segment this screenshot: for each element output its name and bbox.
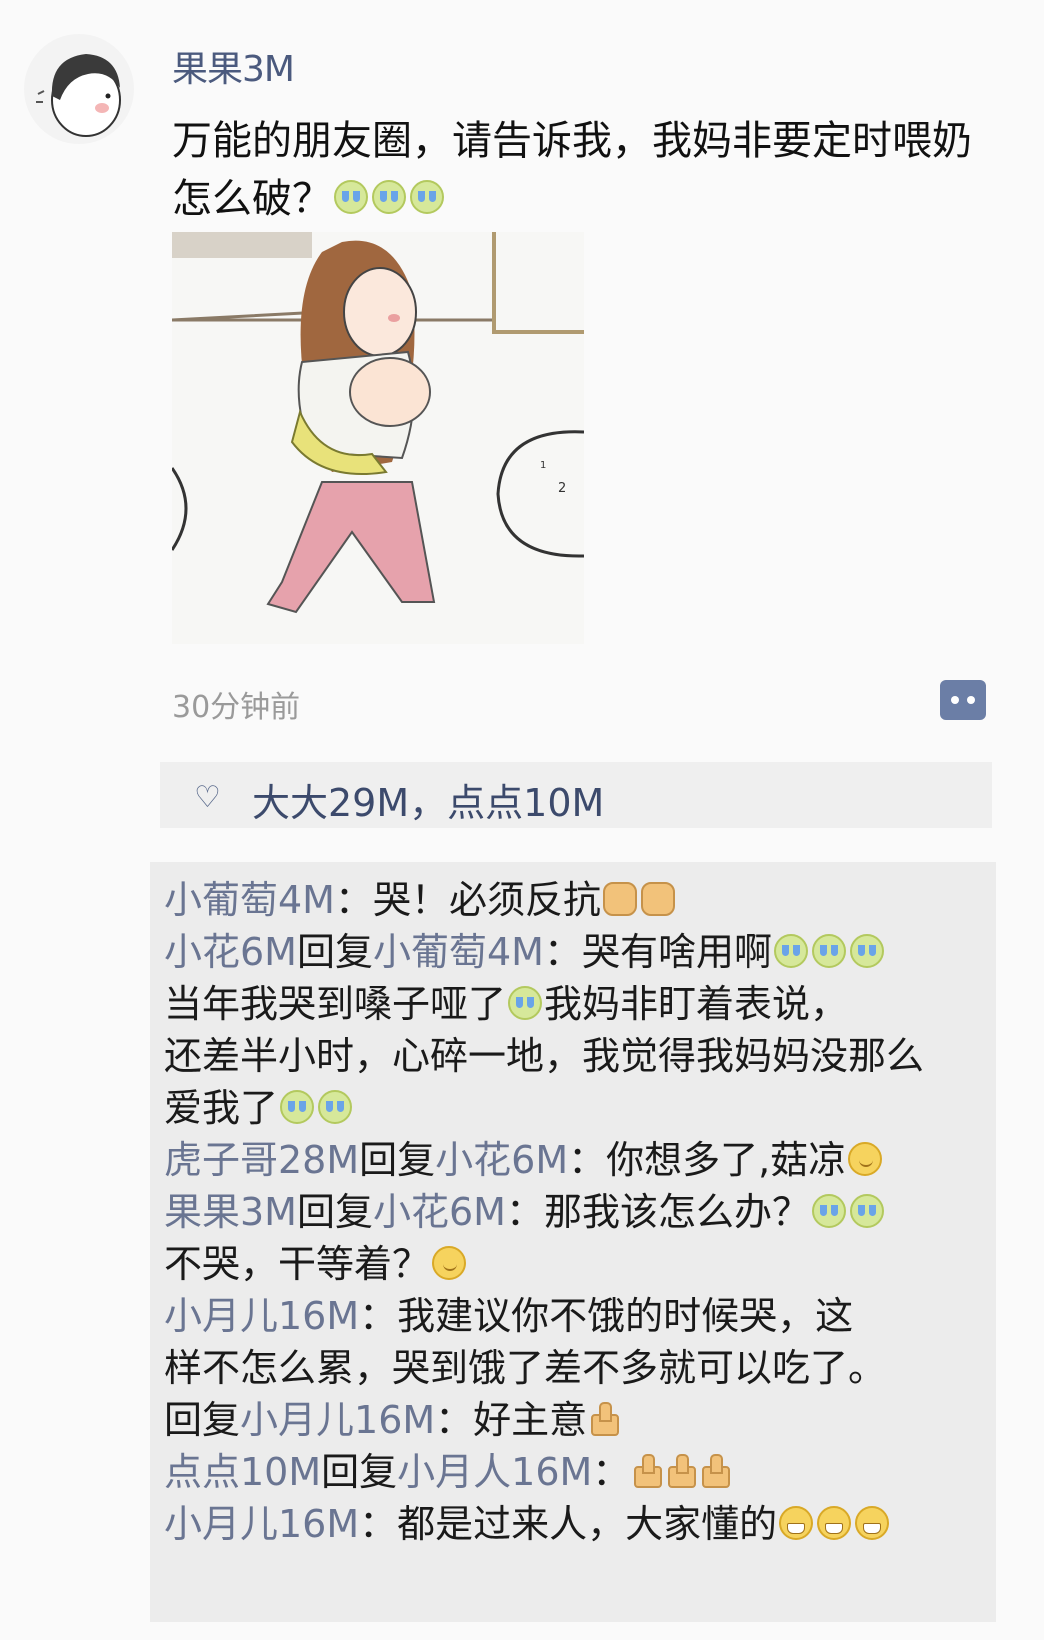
post-image[interactable]: 1 2 — [170, 232, 585, 644]
author-avatar[interactable] — [24, 34, 134, 144]
comment-author[interactable]: 点点10M — [164, 1450, 321, 1494]
crying-face-icon — [318, 1089, 353, 1124]
comment-text: 不哭，干等着？ — [164, 1242, 431, 1286]
crying-face-icon — [372, 180, 406, 214]
crying-face-icon — [849, 1193, 884, 1228]
comment-continuation: 当年我哭到嗓子哑了 我妈非盯着表说， — [164, 978, 848, 1030]
heart-icon: ♡ — [194, 780, 221, 815]
comment-continuation: 爱我了 — [164, 1082, 354, 1134]
post-text: 万能的朋友圈，请告诉我，我妈非要定时喂奶 怎么破？ — [172, 112, 1032, 228]
comment-continuation: 还差半小时，心碎一地，我觉得我妈妈没那么 — [164, 1030, 924, 1082]
fist-icon — [602, 881, 637, 916]
reply-label: 回复 — [296, 1190, 373, 1234]
comment-text: 样不怎么累，哭到饿了差不多就可以吃了。 — [164, 1346, 887, 1390]
post-timestamp: 30分钟前 — [172, 690, 301, 725]
comment-author[interactable]: 小月儿16M — [164, 1294, 359, 1338]
reply-target[interactable]: 小月人16M — [397, 1450, 592, 1494]
smirk-face-icon — [432, 1245, 467, 1280]
comment-item[interactable]: 小月儿16M：我建议你不饿的时候哭，这 — [164, 1290, 853, 1342]
reply-target[interactable]: 小花6M — [373, 1190, 506, 1234]
reply-label: 回复 — [296, 930, 373, 974]
post-text-line: 万能的朋友圈，请告诉我，我妈非要定时喂奶 — [172, 118, 972, 164]
comment-item[interactable]: 点点10M回复小月人16M： — [164, 1446, 732, 1498]
svg-text:2: 2 — [558, 481, 566, 496]
reply-target[interactable]: 小月儿16M — [240, 1398, 435, 1442]
comment-author[interactable]: 小花6M — [164, 930, 297, 974]
comment-continuation: 样不怎么累，哭到饿了差不多就可以吃了。 — [164, 1342, 886, 1394]
fist-icon — [640, 881, 675, 916]
crying-face-icon — [849, 933, 884, 968]
thumbs-up-icon — [632, 1453, 663, 1488]
likes-bar: ♡ 大大29M，点点10M — [160, 762, 992, 828]
comment-text: ：你想多了,菇凉 — [568, 1138, 847, 1182]
comment-text: ：哭！必须反抗 — [334, 878, 601, 922]
crying-face-icon — [334, 180, 368, 214]
comment-text: 还差半小时，心碎一地，我觉得我妈妈没那么 — [164, 1034, 925, 1078]
grin-face-icon — [855, 1505, 890, 1540]
reply-target[interactable]: 小花6M — [435, 1138, 568, 1182]
crying-face-icon — [508, 985, 543, 1020]
comment-continuation: 不哭，干等着？ — [164, 1238, 468, 1290]
thumbs-up-icon — [589, 1401, 620, 1436]
crying-face-icon — [811, 933, 846, 968]
post-text-line-2: 怎么破？ — [172, 176, 332, 222]
comments-section: 小葡萄4M：哭！必须反抗 小花6M回复小葡萄4M：哭有啥用啊 当年我哭到嗓子哑了… — [150, 862, 996, 1622]
grin-face-icon — [817, 1505, 852, 1540]
comment-item[interactable]: 小葡萄4M：哭！必须反抗 — [164, 874, 677, 926]
comment-author[interactable]: 小葡萄4M — [164, 878, 335, 922]
comment-item[interactable]: 虎子哥28M回复小花6M：你想多了,菇凉 — [164, 1134, 884, 1186]
comment-text: ：好主意 — [435, 1398, 588, 1442]
comment-text: ：我建议你不饿的时候哭，这 — [359, 1294, 854, 1338]
smirk-face-icon — [848, 1141, 883, 1176]
comment-item[interactable]: 果果3M回复小花6M：那我该怎么办？ — [164, 1186, 886, 1238]
comment-item[interactable]: 小花6M回复小葡萄4M：哭有啥用啊 — [164, 926, 886, 978]
grin-face-icon — [779, 1505, 814, 1540]
post-text-line: 怎么破？ — [172, 170, 1032, 228]
reply-label: 回复 — [321, 1450, 398, 1494]
likes-names[interactable]: 大大29M，点点10M — [252, 772, 604, 827]
comment-text: ： — [592, 1450, 631, 1494]
comment-text: 当年我哭到嗓子哑了 — [164, 982, 507, 1026]
more-actions-button[interactable] — [940, 680, 986, 720]
comment-author[interactable]: 果果3M — [164, 1190, 297, 1234]
comment-author[interactable]: 小月儿16M — [164, 1502, 359, 1546]
reply-label: 回复 — [359, 1138, 436, 1182]
comment-text: ：那我该怎么办？ — [505, 1190, 810, 1234]
comment-text: ：都是过来人，大家懂的 — [359, 1502, 778, 1546]
post-author-name[interactable]: 果果3M — [172, 40, 295, 92]
crying-face-icon — [410, 180, 444, 214]
crying-face-icon — [811, 1193, 846, 1228]
comment-text: 爱我了 — [164, 1086, 279, 1130]
reply-label: 回复 — [164, 1398, 241, 1442]
reply-target[interactable]: 小葡萄4M — [373, 930, 544, 974]
comment-text: 我妈非盯着表说， — [544, 982, 849, 1026]
comment-item[interactable]: 小月儿16M：都是过来人，大家懂的 — [164, 1498, 891, 1550]
thumbs-up-icon — [666, 1453, 697, 1488]
comment-author[interactable]: 虎子哥28M — [164, 1138, 359, 1182]
crying-face-icon — [280, 1089, 315, 1124]
comment-item[interactable]: 回复小月儿16M：好主意 — [164, 1394, 621, 1446]
thumbs-up-icon — [700, 1453, 731, 1488]
crying-face-icon — [773, 933, 808, 968]
comment-text: ：哭有啥用啊 — [543, 930, 772, 974]
svg-text:1: 1 — [540, 460, 546, 471]
